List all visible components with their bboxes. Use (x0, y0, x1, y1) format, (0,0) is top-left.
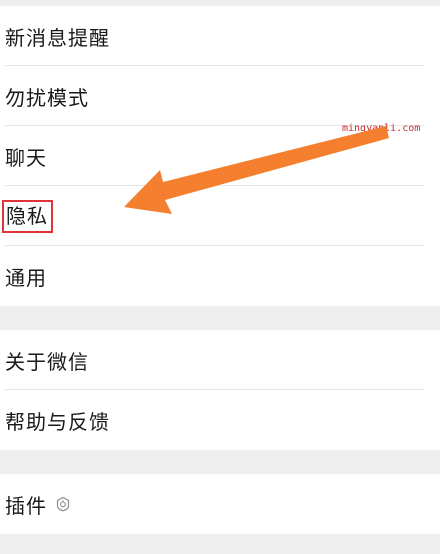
settings-item-privacy[interactable]: 隐私 (0, 186, 440, 246)
settings-item-new-message-notify[interactable]: 新消息提醒 (0, 6, 440, 66)
settings-item-label: 插件 (5, 493, 47, 518)
settings-item-label: 聊天 (5, 145, 47, 170)
settings-group-about: 关于微信 帮助与反馈 (0, 330, 440, 450)
settings-item-label: 勿扰模式 (5, 85, 89, 110)
settings-item-chat[interactable]: 聊天 (0, 126, 440, 186)
settings-item-plugins[interactable]: 插件 (0, 474, 440, 534)
section-gap (0, 306, 440, 330)
settings-item-about-wechat[interactable]: 关于微信 (0, 330, 440, 390)
settings-item-label-highlighted: 隐私 (2, 199, 53, 233)
settings-item-label: 新消息提醒 (5, 25, 110, 50)
settings-group-main: 新消息提醒 勿扰模式 聊天 隐私 通用 (0, 6, 440, 306)
settings-group-plugins: 插件 (0, 474, 440, 534)
settings-item-label: 通用 (5, 265, 47, 290)
bottom-spacer (0, 534, 440, 550)
settings-item-general[interactable]: 通用 (0, 246, 440, 306)
settings-item-help-feedback[interactable]: 帮助与反馈 (0, 390, 440, 450)
settings-item-label: 关于微信 (5, 349, 89, 374)
settings-item-label: 帮助与反馈 (5, 409, 110, 434)
section-gap (0, 450, 440, 474)
plugin-icon (56, 496, 70, 512)
settings-item-do-not-disturb[interactable]: 勿扰模式 (0, 66, 440, 126)
watermark-text: mingyanli.com (342, 123, 421, 134)
